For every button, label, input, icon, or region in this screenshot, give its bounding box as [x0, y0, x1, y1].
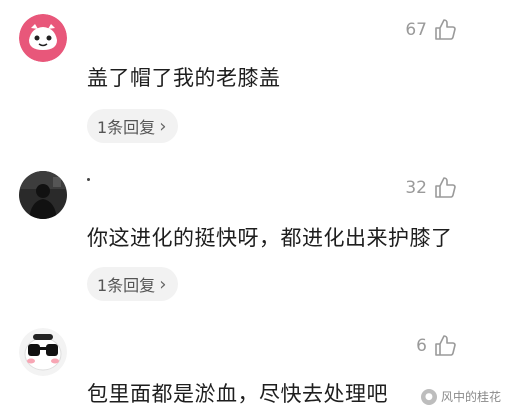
- comment-text: 包里面都是淤血，尽快去处理吧: [87, 382, 388, 406]
- username-placeholder: [87, 178, 90, 181]
- watermark: ● 风中的桂花: [420, 388, 501, 405]
- logo-icon: ●: [420, 388, 437, 405]
- like-count: 67: [405, 20, 427, 40]
- chevron-right-icon: ›: [159, 115, 167, 137]
- like-button[interactable]: 6: [416, 334, 457, 358]
- like-button[interactable]: 32: [405, 176, 457, 200]
- avatar[interactable]: [19, 14, 67, 62]
- replies-label: 1条回复: [97, 276, 156, 295]
- watermark-text: 风中的桂花: [440, 390, 501, 404]
- thumbs-up-icon: [435, 335, 456, 356]
- thumbs-up-icon: [435, 177, 456, 198]
- avatar[interactable]: [19, 171, 67, 219]
- like-count: 6: [416, 336, 427, 356]
- thumbs-up-icon: [435, 19, 456, 40]
- replies-button[interactable]: 1条回复 ›: [87, 267, 179, 301]
- comment-text: 盖了帽了我的老膝盖: [87, 66, 281, 90]
- replies-label: 1条回复: [97, 118, 156, 137]
- comment-text: 你这进化的挺快呀，都进化出来护膝了: [87, 226, 453, 250]
- like-button[interactable]: 67: [405, 18, 457, 42]
- like-count: 32: [405, 178, 427, 198]
- avatar[interactable]: [19, 328, 67, 376]
- chevron-right-icon: ›: [159, 273, 167, 295]
- replies-button[interactable]: 1条回复 ›: [87, 109, 179, 143]
